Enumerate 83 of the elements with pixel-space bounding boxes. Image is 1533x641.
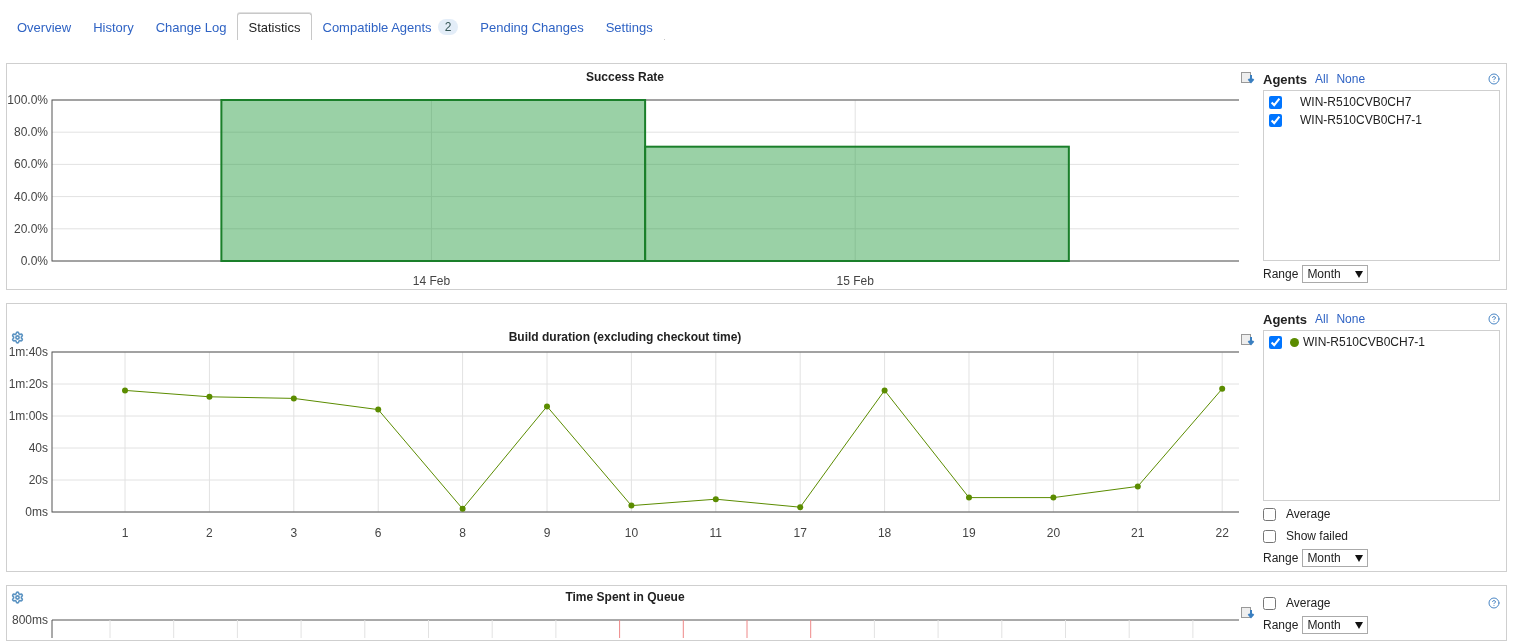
data-point <box>206 393 213 400</box>
axis-label: 100.0% <box>7 92 48 107</box>
axis-label: 2 <box>206 526 213 540</box>
option-checkbox[interactable] <box>1263 529 1276 543</box>
axis-label: 22 <box>1215 526 1229 540</box>
axis-label: 1 <box>121 526 129 540</box>
select-all-link[interactable]: All <box>1315 312 1329 326</box>
data-point <box>122 387 128 394</box>
data-point <box>797 504 804 511</box>
data-point <box>628 502 635 509</box>
range-select[interactable]: Month <box>1302 265 1369 283</box>
axis-label: 14 Feb <box>412 273 451 288</box>
option-label: Show failed <box>1286 529 1349 543</box>
export-icon[interactable] <box>1241 72 1255 86</box>
axis-label: 40s <box>28 441 48 455</box>
axis-label: 20s <box>28 473 48 487</box>
range-select[interactable]: Month <box>1302 549 1369 567</box>
range-label: Range <box>1263 267 1299 281</box>
axis-label: 1m:20s <box>8 377 48 391</box>
axis-label: 15 Feb <box>836 273 874 288</box>
data-point <box>459 505 466 512</box>
axis-label: 17 <box>793 526 807 540</box>
axis-label: 9 <box>543 526 551 540</box>
axis-label: 8 <box>459 526 466 540</box>
axis-label: 11 <box>709 526 723 540</box>
axis-label: 18 <box>877 526 892 540</box>
data-point <box>1134 483 1141 490</box>
axis-label: 0.0% <box>20 253 48 268</box>
axis-label: 80.0% <box>13 124 48 139</box>
option-label: Average <box>1286 507 1331 521</box>
export-icon[interactable] <box>1241 607 1255 621</box>
help-icon[interactable] <box>1488 313 1500 325</box>
help-icon[interactable] <box>1488 597 1500 609</box>
axis-label: 19 <box>962 526 976 540</box>
agents-label: Agents <box>1263 311 1308 327</box>
agent-name: WIN-R510CVB0CH7-1 <box>1300 113 1423 127</box>
option-label: Average <box>1286 596 1331 610</box>
select-none-link[interactable]: None <box>1336 72 1366 86</box>
data-point <box>712 496 719 503</box>
option-checkbox[interactable] <box>1263 507 1276 521</box>
data-point <box>881 387 888 394</box>
axis-label: 20 <box>1046 526 1061 540</box>
chart-title: Time Spent in Queue <box>564 590 686 604</box>
option-checkbox[interactable] <box>1263 596 1276 610</box>
settings-icon[interactable] <box>11 330 24 344</box>
count-badge: 2 <box>437 19 459 35</box>
select-all-link[interactable]: All <box>1315 72 1329 86</box>
axis-label: 40.0% <box>13 189 48 204</box>
axis-label: 6 <box>374 526 382 540</box>
axis-label: 1m:40s <box>8 346 48 359</box>
data-point <box>1219 385 1226 392</box>
data-point <box>1050 494 1057 501</box>
axis-label: 20.0% <box>13 221 48 236</box>
select-none-link[interactable]: None <box>1336 312 1366 326</box>
axis-label: 0ms <box>25 505 48 519</box>
agent-name: WIN-R510CVB0CH7 <box>1300 95 1412 109</box>
chart-title: Success Rate <box>584 69 665 84</box>
agent-checkbox[interactable] <box>1269 95 1282 109</box>
axis-label: 1m:00s <box>8 409 48 423</box>
axis-label: 800ms <box>11 613 48 627</box>
data-point <box>544 403 550 410</box>
caret-icon <box>1355 270 1364 278</box>
range-select[interactable]: Month <box>1302 616 1369 634</box>
data-point <box>966 494 972 501</box>
agents-label: Agents <box>1263 71 1308 87</box>
chart-title: Build duration (excluding checkout time) <box>507 330 743 344</box>
data-point <box>290 395 297 402</box>
tab[interactable]: Statistics <box>237 13 312 40</box>
export-icon[interactable] <box>1241 334 1255 348</box>
caret-icon <box>1355 554 1364 562</box>
axis-label: 10 <box>624 526 639 540</box>
help-icon[interactable] <box>1488 73 1500 85</box>
axis-label: 3 <box>290 526 298 540</box>
axis-label: 21 <box>1131 526 1145 540</box>
settings-icon[interactable] <box>11 590 24 604</box>
range-label: Range <box>1263 618 1299 632</box>
caret-icon <box>1355 621 1364 629</box>
agent-checkbox[interactable] <box>1269 335 1282 349</box>
data-point <box>375 406 382 413</box>
axis-label: 60.0% <box>13 157 48 172</box>
range-label: Range <box>1263 551 1299 565</box>
agent-checkbox[interactable] <box>1269 113 1282 127</box>
agent-name: WIN-R510CVB0CH7-1 <box>1303 335 1426 349</box>
